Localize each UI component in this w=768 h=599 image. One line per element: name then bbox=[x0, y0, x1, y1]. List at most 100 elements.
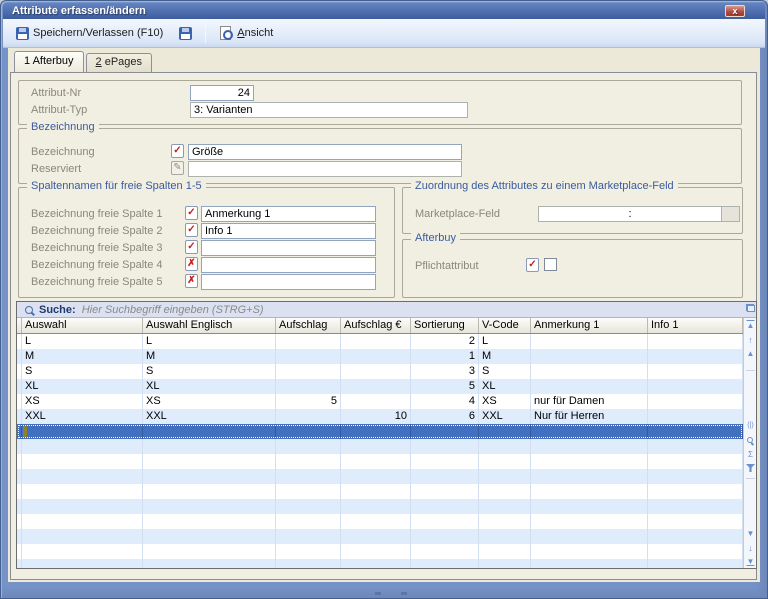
table-row[interactable]: XL XL 5 XL bbox=[17, 379, 743, 394]
grid-cell[interactable]: XXL bbox=[22, 409, 143, 424]
save-exit-button[interactable]: Speichern/Verlassen (F10) bbox=[10, 24, 169, 43]
grid-cell[interactable] bbox=[531, 379, 648, 394]
pflichtattribut-checkbox[interactable] bbox=[544, 258, 557, 271]
grid-cell[interactable] bbox=[479, 499, 531, 514]
scroll-down-icon[interactable]: ↓ bbox=[744, 543, 756, 553]
grid-cell[interactable] bbox=[22, 499, 143, 514]
grid-cell[interactable]: 5 bbox=[411, 379, 479, 394]
row-down-icon[interactable]: ▼ bbox=[744, 529, 756, 539]
scroll-up-icon[interactable]: ↑ bbox=[744, 335, 756, 345]
grid-cell[interactable] bbox=[411, 454, 479, 469]
save-button[interactable] bbox=[173, 24, 198, 43]
scroll-to-top-icon[interactable]: ▲ bbox=[744, 321, 756, 331]
grid-cell[interactable] bbox=[479, 439, 531, 454]
grid-cell[interactable] bbox=[648, 349, 743, 364]
tab-epages[interactable]: 2 ePages bbox=[85, 53, 153, 72]
grid-cell[interactable] bbox=[531, 529, 648, 544]
grid-cell[interactable]: M bbox=[143, 349, 276, 364]
check-icon[interactable]: ✓ bbox=[171, 144, 184, 158]
grid-cell[interactable] bbox=[531, 559, 648, 568]
grid-cell[interactable] bbox=[276, 349, 341, 364]
grid-cell[interactable] bbox=[341, 514, 411, 529]
column-header[interactable]: Anmerkung 1 bbox=[531, 318, 648, 333]
grid-cell[interactable] bbox=[22, 454, 143, 469]
empty-row[interactable] bbox=[17, 454, 743, 469]
selected-new-row[interactable] bbox=[17, 424, 743, 439]
grid-cell[interactable]: nur für Damen bbox=[531, 394, 648, 409]
grid-cell[interactable] bbox=[143, 484, 276, 499]
close-icon[interactable]: x bbox=[725, 5, 745, 17]
grid-search-icon[interactable] bbox=[747, 437, 753, 443]
check-icon[interactable]: ✓ bbox=[185, 206, 198, 220]
grid-cell[interactable] bbox=[22, 514, 143, 529]
table-row[interactable]: XS XS 5 4 XS nur für Damen bbox=[17, 394, 743, 409]
grid-cell[interactable] bbox=[143, 469, 276, 484]
grid-cell[interactable]: XS bbox=[143, 394, 276, 409]
empty-row[interactable] bbox=[17, 559, 743, 568]
grid-cell[interactable] bbox=[143, 529, 276, 544]
grid-cell[interactable] bbox=[648, 394, 743, 409]
grid-cell[interactable] bbox=[276, 409, 341, 424]
grid-cell[interactable] bbox=[341, 349, 411, 364]
tab-afterbuy[interactable]: 1 Afterbuy bbox=[14, 51, 84, 72]
grid-cell[interactable] bbox=[648, 454, 743, 469]
grid-cell[interactable]: 5 bbox=[276, 394, 341, 409]
grid-cell[interactable] bbox=[411, 544, 479, 559]
grid-cell[interactable] bbox=[22, 469, 143, 484]
grid-cell[interactable] bbox=[143, 514, 276, 529]
spalte3-field[interactable] bbox=[201, 240, 376, 256]
grid-cell[interactable]: Nur für Herren bbox=[531, 409, 648, 424]
grid-cell[interactable] bbox=[411, 484, 479, 499]
grid-cell[interactable] bbox=[411, 559, 479, 568]
grid-cell[interactable] bbox=[276, 334, 341, 349]
grid-cell[interactable] bbox=[341, 529, 411, 544]
grid-cell[interactable] bbox=[648, 409, 743, 424]
grid-cell[interactable] bbox=[648, 544, 743, 559]
spalte2-field[interactable] bbox=[201, 223, 376, 239]
grid-cell[interactable] bbox=[531, 439, 648, 454]
column-header[interactable]: Aufschlag € bbox=[341, 318, 411, 333]
grid-cell[interactable] bbox=[531, 454, 648, 469]
grid-cell[interactable] bbox=[531, 499, 648, 514]
grid-cell[interactable] bbox=[143, 424, 276, 439]
search-input[interactable] bbox=[81, 303, 756, 316]
grid-cell[interactable] bbox=[143, 544, 276, 559]
ansicht-button[interactable]: Ansicht bbox=[213, 23, 279, 43]
grid-cell[interactable] bbox=[341, 499, 411, 514]
empty-row[interactable] bbox=[17, 529, 743, 544]
column-header[interactable]: Sortierung bbox=[411, 318, 479, 333]
reserviert-field[interactable] bbox=[188, 161, 462, 177]
grid-cell[interactable]: S bbox=[479, 364, 531, 379]
empty-row[interactable] bbox=[17, 514, 743, 529]
grid-cell[interactable] bbox=[648, 469, 743, 484]
pencil-icon[interactable]: ✎ bbox=[171, 161, 184, 175]
grid-cell[interactable] bbox=[531, 349, 648, 364]
grid-cell[interactable]: XL bbox=[22, 379, 143, 394]
grid-cell[interactable] bbox=[276, 559, 341, 568]
grid-cell[interactable]: 3 bbox=[411, 364, 479, 379]
grid-cell[interactable] bbox=[648, 514, 743, 529]
grid-cell[interactable] bbox=[143, 559, 276, 568]
grid-cell[interactable] bbox=[276, 529, 341, 544]
grid-cell[interactable] bbox=[22, 424, 143, 439]
grid-cell[interactable] bbox=[22, 544, 143, 559]
grid-cell[interactable] bbox=[22, 529, 143, 544]
grid-cell[interactable] bbox=[531, 334, 648, 349]
grid-cell[interactable] bbox=[531, 544, 648, 559]
row-up-icon[interactable]: ▲ bbox=[744, 349, 756, 359]
sum-icon[interactable]: Σ bbox=[744, 450, 756, 460]
marketplace-field[interactable] bbox=[538, 206, 722, 222]
filter-icon[interactable] bbox=[746, 464, 755, 472]
spalte4-field[interactable] bbox=[201, 257, 376, 273]
grid-cell[interactable] bbox=[341, 559, 411, 568]
grid-cell[interactable] bbox=[341, 379, 411, 394]
scroll-to-bottom-icon[interactable]: ▼ bbox=[744, 557, 756, 567]
grid-cell[interactable] bbox=[648, 364, 743, 379]
grid-cell[interactable]: L bbox=[143, 334, 276, 349]
table-row[interactable]: MM1M bbox=[17, 349, 743, 364]
grid-cell[interactable] bbox=[276, 544, 341, 559]
grid-cell[interactable]: S bbox=[22, 364, 143, 379]
grid-cell[interactable] bbox=[479, 529, 531, 544]
grid-cell[interactable]: XXL bbox=[143, 409, 276, 424]
grid-cell[interactable]: XS bbox=[479, 394, 531, 409]
